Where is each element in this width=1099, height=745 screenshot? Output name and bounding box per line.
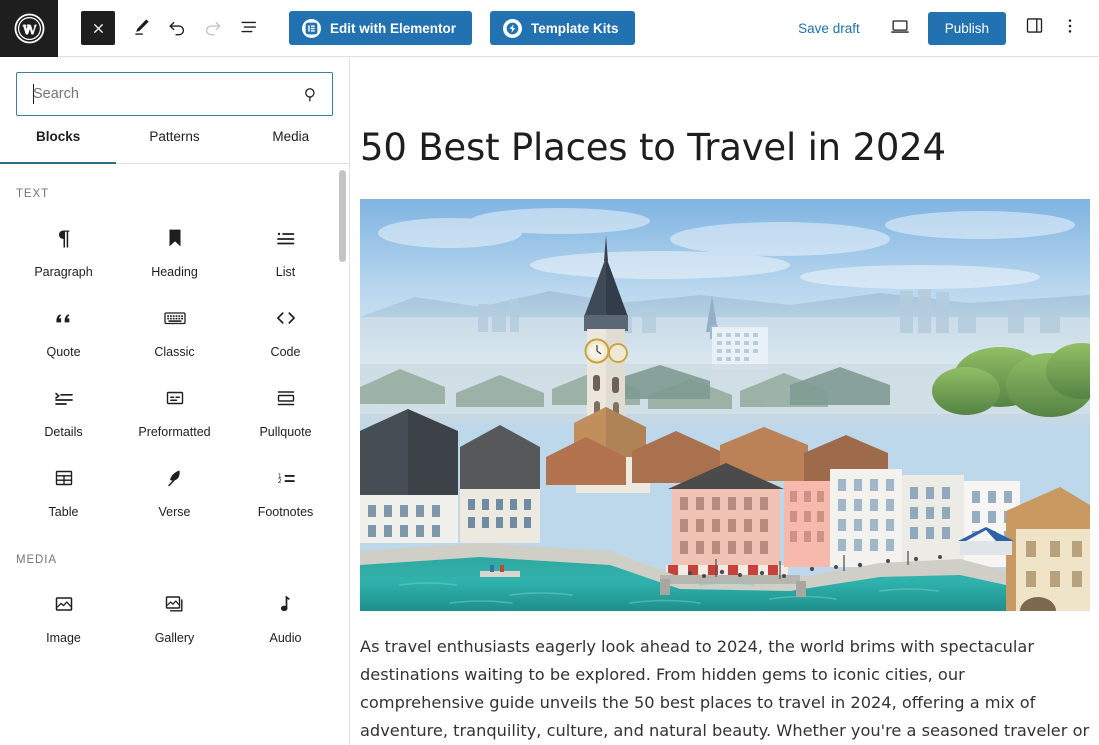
footnotes-numbered-list-icon: 1 2 — [273, 464, 298, 492]
wordpress-logo-icon: W — [13, 12, 46, 45]
block-label: Audio — [269, 631, 302, 645]
block-grid-media: Image Gallery Audio — [8, 576, 341, 656]
close-editor-button[interactable] — [81, 11, 115, 45]
featured-image-block[interactable] — [360, 199, 1090, 612]
block-item-classic[interactable]: Classic — [119, 290, 230, 370]
document-overview-button[interactable] — [231, 10, 267, 46]
code-angle-brackets-icon — [273, 304, 299, 332]
preview-desktop-icon — [889, 15, 911, 42]
block-item-list[interactable]: List — [230, 210, 341, 290]
editor-header: W Edit with Elementor Template Kits Save… — [0, 0, 1099, 57]
block-item-heading[interactable]: Heading — [119, 210, 230, 290]
verse-quill-icon — [163, 464, 187, 492]
save-draft-button[interactable]: Save draft — [788, 15, 870, 42]
sidebar-scrollbar-track[interactable] — [339, 57, 348, 745]
block-grid-text: ¶ Paragraph Heading List Quote Classic C… — [8, 210, 341, 530]
redo-button[interactable] — [195, 10, 231, 46]
editor-canvas[interactable]: 50 Best Places to Travel in 2024 As trav… — [351, 57, 1099, 745]
body-paragraph[interactable]: As travel enthusiasts eagerly look ahead… — [351, 611, 1099, 745]
table-icon — [52, 464, 76, 492]
gallery-icon — [163, 590, 187, 618]
block-item-gallery[interactable]: Gallery — [119, 576, 230, 656]
audio-note-icon — [274, 590, 298, 618]
undo-icon — [166, 16, 188, 41]
edit-with-elementor-button[interactable]: Edit with Elementor — [289, 11, 473, 45]
edit-tools-button[interactable] — [123, 10, 159, 46]
zurich-cityscape-image — [360, 199, 1090, 612]
search-input[interactable] — [17, 74, 332, 114]
block-label: Gallery — [154, 631, 195, 645]
block-label: Heading — [151, 265, 198, 279]
settings-sidebar-icon — [1024, 15, 1045, 41]
category-label-text: TEXT — [16, 188, 49, 200]
block-list-scroll-area[interactable]: TEXT ¶ Paragraph Heading List Quote Clas… — [0, 164, 349, 745]
block-label: Classic — [154, 345, 195, 359]
block-inserter-panel: Blocks Patterns Media TEXT ¶ Paragraph — [0, 57, 350, 745]
quote-icon — [51, 304, 77, 332]
tab-patterns[interactable]: Patterns — [116, 127, 232, 163]
more-options-button[interactable] — [1052, 10, 1088, 46]
block-label: Preformatted — [138, 425, 211, 439]
pullquote-icon — [274, 384, 298, 412]
block-item-image[interactable]: Image — [8, 576, 119, 656]
svg-text:¶: ¶ — [57, 227, 70, 251]
header-actions-group: Save draft Publish — [788, 10, 1099, 46]
undo-button[interactable] — [159, 10, 195, 46]
block-label: List — [275, 265, 296, 279]
block-item-verse[interactable]: Verse — [119, 450, 230, 530]
redo-icon — [202, 16, 224, 41]
list-icon — [274, 224, 298, 252]
block-item-preformatted[interactable]: Preformatted — [119, 370, 230, 450]
inserter-tabs: Blocks Patterns Media — [0, 127, 349, 164]
tab-media[interactable]: Media — [233, 127, 349, 163]
paragraph-icon: ¶ — [51, 224, 77, 252]
svg-text:W: W — [21, 22, 37, 37]
search-icon[interactable] — [298, 82, 322, 106]
template-kits-button[interactable]: Template Kits — [490, 11, 635, 45]
category-label-media: MEDIA — [16, 554, 57, 566]
block-label: Details — [44, 425, 83, 439]
block-item-footnotes[interactable]: 1 2 Footnotes — [230, 450, 341, 530]
edit-with-elementor-label: Edit with Elementor — [330, 20, 457, 36]
block-item-quote[interactable]: Quote — [8, 290, 119, 370]
block-label: Quote — [46, 345, 81, 359]
block-item-table[interactable]: Table — [8, 450, 119, 530]
template-kits-label: Template Kits — [531, 20, 619, 36]
search-box[interactable] — [16, 72, 333, 116]
preformatted-icon — [163, 384, 187, 412]
document-overview-icon — [238, 16, 260, 41]
post-title[interactable]: 50 Best Places to Travel in 2024 — [351, 57, 1099, 170]
block-item-details[interactable]: Details — [8, 370, 119, 450]
heading-bookmark-icon — [163, 224, 187, 252]
block-label: Table — [48, 505, 79, 519]
settings-sidebar-toggle-button[interactable] — [1016, 10, 1052, 46]
block-label: Verse — [158, 505, 191, 519]
template-kits-bolt-icon — [503, 18, 523, 38]
svg-text:2: 2 — [278, 477, 282, 484]
block-label: Code — [270, 345, 301, 359]
edit-tools-icon — [131, 16, 152, 40]
image-icon — [52, 590, 76, 618]
elementor-logo-icon — [302, 18, 321, 38]
details-icon — [52, 384, 76, 412]
editor-tools-group — [123, 10, 267, 46]
wordpress-logo-button[interactable]: W — [0, 0, 58, 57]
block-label: Paragraph — [34, 265, 93, 279]
block-label: Pullquote — [259, 425, 312, 439]
preview-button[interactable] — [882, 10, 918, 46]
more-options-vertical-icon — [1060, 16, 1080, 41]
block-item-code[interactable]: Code — [230, 290, 341, 370]
publish-button[interactable]: Publish — [927, 11, 1006, 45]
block-item-paragraph[interactable]: ¶ Paragraph — [8, 210, 119, 290]
classic-keyboard-icon — [162, 304, 188, 332]
search-text-cursor — [33, 84, 34, 104]
block-label: Footnotes — [257, 505, 314, 519]
sidebar-scrollbar-thumb[interactable] — [339, 170, 346, 262]
search-container — [0, 57, 349, 116]
tab-blocks[interactable]: Blocks — [0, 127, 117, 164]
block-item-pullquote[interactable]: Pullquote — [230, 370, 341, 450]
block-item-audio[interactable]: Audio — [230, 576, 341, 656]
block-label: Image — [46, 631, 81, 645]
